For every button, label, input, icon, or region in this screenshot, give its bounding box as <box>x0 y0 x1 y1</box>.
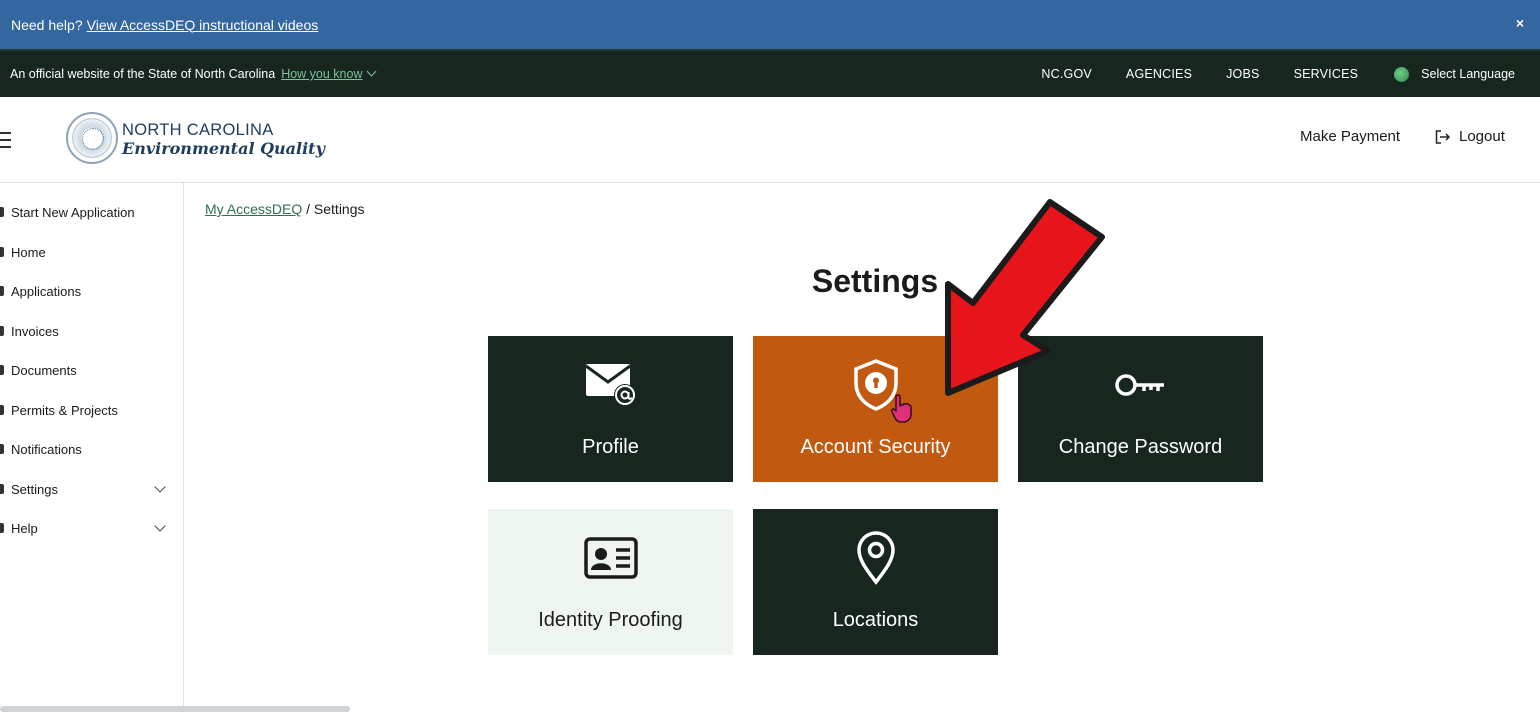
how-you-know-link[interactable]: How you know <box>281 67 362 81</box>
sidebar-item-start-new-application[interactable]: Start New Application <box>0 197 184 227</box>
key-icon <box>1114 358 1168 412</box>
brand-bottom-text: Environmental Quality <box>122 139 325 158</box>
document-icon <box>0 365 4 375</box>
globe-icon <box>1394 66 1410 82</box>
state-seal-logo <box>66 112 118 164</box>
permit-icon <box>0 405 4 415</box>
home-icon <box>0 247 4 257</box>
official-site-text: An official website of the State of Nort… <box>10 67 276 81</box>
breadcrumb-link-my-accessdeq[interactable]: My AccessDEQ <box>205 201 302 217</box>
gear-icon <box>0 484 4 494</box>
tile-label: Locations <box>832 609 919 631</box>
tile-label: Account Security <box>800 436 951 458</box>
tile-label: Change Password <box>1058 436 1223 458</box>
sidebar-item-documents[interactable]: Documents <box>0 355 184 385</box>
brand-logo[interactable]: NORTH CAROLINA Environmental Quality <box>122 121 325 159</box>
nav-link-agencies[interactable]: AGENCIES <box>1126 67 1192 81</box>
tile-profile[interactable]: Profile <box>488 336 733 482</box>
invoice-icon <box>0 326 4 336</box>
chevron-down-icon[interactable] <box>154 481 166 493</box>
chevron-down-icon <box>366 66 376 76</box>
close-icon[interactable]: × <box>1516 15 1524 31</box>
sidebar-item-permits-projects[interactable]: Permits & Projects <box>0 395 184 425</box>
tile-identity-proofing[interactable]: Identity Proofing <box>488 509 733 655</box>
site-header: NORTH CAROLINA Environmental Quality Mak… <box>0 97 1540 183</box>
logout-button[interactable]: Logout <box>1435 128 1505 145</box>
sidebar-item-help[interactable]: Help <box>0 513 184 543</box>
tile-account-security[interactable]: Account Security <box>753 336 998 482</box>
page-title: Settings <box>811 263 939 299</box>
nav-link-services[interactable]: SERVICES <box>1294 67 1359 81</box>
tile-label: Profile <box>582 436 639 458</box>
id-card-icon <box>583 531 638 585</box>
brand-top-text: NORTH CAROLINA <box>122 121 274 139</box>
tile-locations[interactable]: Locations <box>753 509 998 655</box>
nav-link-jobs[interactable]: JOBS <box>1226 67 1259 81</box>
sidebar-item-label: Home <box>11 244 46 260</box>
breadcrumb: My AccessDEQ / Settings <box>205 201 365 217</box>
bell-icon <box>0 444 4 454</box>
sidebar-item-label: Help <box>11 520 38 536</box>
top-nav: NC.GOV AGENCIES JOBS SERVICES Select Lan… <box>1007 51 1515 97</box>
sidebar-item-label: Start New Application <box>11 204 135 220</box>
breadcrumb-separator: / <box>306 201 311 217</box>
sidebar-item-settings[interactable]: Settings <box>0 474 184 504</box>
logout-label: Logout <box>1459 128 1505 145</box>
logout-icon <box>1435 129 1451 144</box>
nav-link-ncgov[interactable]: NC.GOV <box>1041 67 1092 81</box>
sidebar-item-label: Settings <box>11 481 58 497</box>
hamburger-menu-icon[interactable] <box>0 132 11 153</box>
tile-label: Identity Proofing <box>538 609 683 631</box>
envelope-at-icon <box>584 358 638 412</box>
hand-cursor-icon <box>891 394 912 423</box>
horizontal-scrollbar[interactable] <box>0 706 350 712</box>
sidebar-item-label: Notifications <box>11 441 82 457</box>
help-banner-text: Need help? <box>11 16 83 33</box>
sidebar-item-invoices[interactable]: Invoices <box>0 316 184 346</box>
help-banner: Need help? View AccessDEQ instructional … <box>0 0 1540 49</box>
sidebar-item-notifications[interactable]: Notifications <box>0 434 184 464</box>
map-pin-icon <box>855 531 897 585</box>
sidebar-item-label: Permits & Projects <box>11 402 118 418</box>
make-payment-link[interactable]: Make Payment <box>1300 128 1400 145</box>
help-icon <box>0 523 4 533</box>
page: Need help? View AccessDEQ instructional … <box>0 0 1540 712</box>
chevron-down-icon[interactable] <box>154 520 166 532</box>
official-site-bar: An official website of the State of Nort… <box>0 49 1540 97</box>
sidebar-item-label: Documents <box>11 362 77 378</box>
sidebar-item-label: Invoices <box>11 323 59 339</box>
instructional-videos-link[interactable]: View AccessDEQ instructional videos <box>87 17 319 33</box>
breadcrumb-current: Settings <box>313 201 365 217</box>
tile-change-password[interactable]: Change Password <box>1018 336 1263 482</box>
select-language-button[interactable]: Select Language <box>1421 67 1515 81</box>
plus-circle-icon <box>0 207 4 217</box>
